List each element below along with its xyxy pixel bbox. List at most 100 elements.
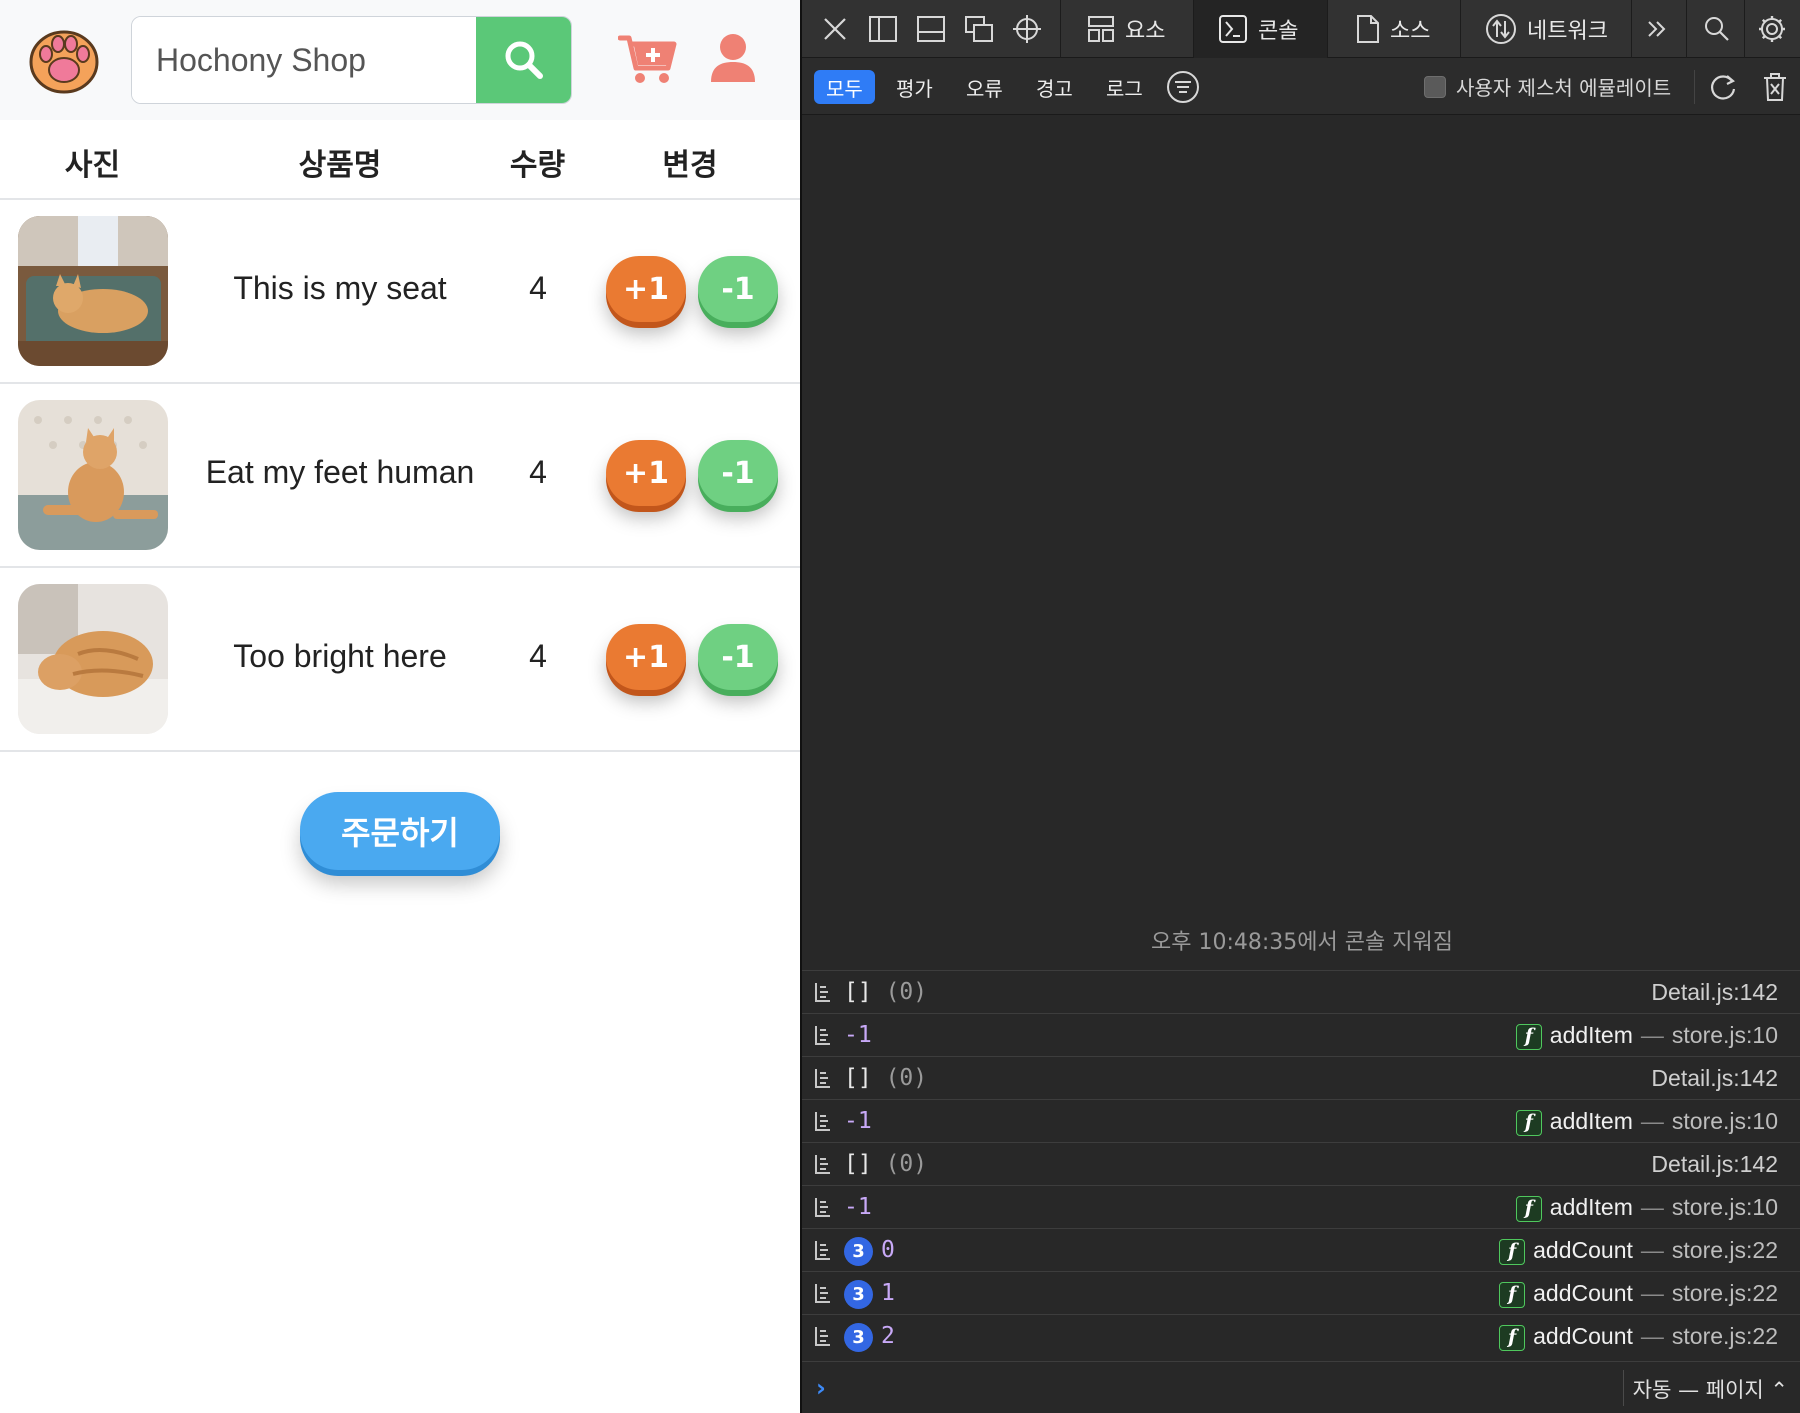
increment-button[interactable]: +1 (606, 256, 686, 322)
console-log-row[interactable]: -1 f addItem — store.js:10 (802, 1013, 1800, 1056)
function-name: addCount (1533, 1237, 1633, 1263)
console-log-row[interactable]: -1 f addItem — store.js:10 (802, 1185, 1800, 1228)
log-source-link[interactable]: f addItem — store.js:10 (1515, 1108, 1778, 1136)
log-level-icon (815, 983, 830, 1002)
tab-label: 소스 (1390, 19, 1431, 44)
log-level-icon (815, 1069, 830, 1088)
filter-logs[interactable]: 로그 (1094, 70, 1155, 104)
element-picker-icon[interactable] (1010, 12, 1044, 46)
product-name: This is my seat (233, 270, 447, 306)
console-log-row[interactable]: [] (0) Detail.js:142 (802, 1056, 1800, 1099)
log-source-link[interactable]: Detail.js:142 (1651, 1065, 1778, 1092)
console-log-row[interactable]: [] (0) Detail.js:142 (802, 970, 1800, 1013)
log-source-link[interactable]: f addCount — store.js:22 (1499, 1323, 1778, 1351)
log-value: -1 (844, 1022, 872, 1048)
log-message: 32 (844, 1323, 895, 1352)
log-value: [] (844, 979, 872, 1005)
cart-table-header: 사진 상품명 수량 변경 (0, 120, 800, 200)
console-log-row[interactable]: 3 2 f addCount — store.js:22 (802, 1314, 1800, 1357)
function-icon: f (1515, 1195, 1542, 1222)
emulate-gesture-checkbox[interactable] (1424, 76, 1446, 98)
log-level-icon (815, 1198, 830, 1217)
search-icon[interactable] (1700, 12, 1734, 46)
user-icon[interactable] (708, 32, 758, 84)
log-source-link[interactable]: f addCount — store.js:22 (1499, 1280, 1778, 1308)
repeat-count-badge: 3 (844, 1323, 873, 1352)
more-tabs-chevron-icon[interactable] (1640, 12, 1674, 46)
tab-elements[interactable]: 요소 (1061, 0, 1193, 58)
source-file: store.js:10 (1671, 1108, 1778, 1134)
log-source-link[interactable]: Detail.js:142 (1651, 979, 1778, 1006)
dock-bottom-icon[interactable] (914, 12, 948, 46)
order-button[interactable]: 주문하기 (300, 792, 500, 870)
console-log-row[interactable]: 3 0 f addCount — store.js:22 (802, 1228, 1800, 1271)
decrement-button[interactable]: -1 (698, 624, 778, 690)
clear-console-icon[interactable] (1762, 72, 1788, 102)
tab-sources[interactable]: 소스 (1328, 0, 1460, 58)
source-file: store.js:22 (1671, 1323, 1778, 1349)
source-file: store.js:10 (1671, 1022, 1778, 1048)
log-source-link[interactable]: Detail.js:142 (1651, 1151, 1778, 1178)
search-input[interactable] (132, 17, 478, 103)
filter-errors[interactable]: 오류 (954, 70, 1015, 104)
paw-logo-icon[interactable] (28, 26, 100, 94)
shop-app: 사진 상품명 수량 변경 This is my seat 4 +1 -1 (0, 0, 800, 1413)
console-log-row[interactable]: [] (0) Detail.js:142 (802, 1142, 1800, 1185)
cart-add-icon[interactable] (618, 32, 678, 86)
table-row: Eat my feet human 4 +1 -1 (0, 384, 800, 568)
toolbar-divider (1694, 70, 1695, 104)
elements-icon (1088, 16, 1114, 42)
undock-window-icon[interactable] (962, 12, 996, 46)
execution-context-select[interactable]: 자동 — 페이지 ⌃ (1633, 1374, 1788, 1404)
tab-network[interactable]: 네트워크 (1461, 0, 1631, 58)
network-icon (1486, 14, 1516, 44)
decrement-button[interactable]: -1 (698, 256, 778, 322)
tab-console[interactable]: 콘솔 (1194, 0, 1327, 58)
header-quantity: 수량 (509, 148, 566, 183)
dock-side-icon[interactable] (866, 12, 900, 46)
log-source-link[interactable]: f addItem — store.js:10 (1515, 1022, 1778, 1050)
increment-button[interactable]: +1 (606, 440, 686, 506)
filter-options-icon[interactable] (1166, 70, 1200, 104)
source-separator: — (1640, 1108, 1664, 1134)
source-file: store.js:22 (1671, 1237, 1778, 1263)
console-log-row[interactable]: 3 1 f addCount — store.js:22 (802, 1271, 1800, 1314)
filter-all[interactable]: 모두 (814, 70, 875, 104)
product-quantity: 4 (529, 638, 547, 674)
reload-icon[interactable] (1708, 72, 1738, 102)
gear-icon[interactable] (1755, 12, 1789, 46)
console-prompt[interactable]: › 자동 — 페이지 ⌃ (802, 1361, 1800, 1413)
table-row: Too bright here 4 +1 -1 (0, 568, 800, 752)
source-separator: — (1640, 1280, 1664, 1306)
product-quantity: 4 (529, 454, 547, 490)
console-icon (1219, 15, 1247, 43)
sources-icon (1357, 15, 1379, 43)
prompt-chevron-icon: › (816, 1374, 826, 1402)
decrement-button[interactable]: -1 (698, 440, 778, 506)
function-name: addItem (1549, 1022, 1633, 1048)
function-name: addCount (1533, 1280, 1633, 1306)
log-value: [] (844, 1151, 872, 1177)
product-name: Eat my feet human (205, 454, 475, 490)
filter-evaluations[interactable]: 평가 (884, 70, 945, 104)
table-row: This is my seat 4 +1 -1 (0, 200, 800, 384)
log-array-length: (0) (885, 979, 928, 1005)
header-photo: 사진 (64, 148, 121, 183)
log-array-length: (0) (885, 1151, 928, 1177)
tab-label: 콘솔 (1258, 19, 1299, 44)
source-file: Detail.js:142 (1651, 979, 1778, 1005)
log-message: 31 (844, 1280, 895, 1309)
log-message: [] (0) (844, 979, 927, 1005)
search-button[interactable] (476, 17, 571, 103)
console-filter-bar: 모두 평가 오류 경고 로그 사용자 제스처 에뮬레이트 (802, 58, 1800, 115)
log-source-link[interactable]: f addItem — store.js:10 (1515, 1194, 1778, 1222)
log-message: -1 (844, 1108, 872, 1134)
filter-warnings[interactable]: 경고 (1024, 70, 1085, 104)
increment-button[interactable]: +1 (606, 624, 686, 690)
console-log-row[interactable]: -1 f addItem — store.js:10 (802, 1099, 1800, 1142)
log-source-link[interactable]: f addCount — store.js:22 (1499, 1237, 1778, 1265)
repeat-count-badge: 3 (844, 1237, 873, 1266)
source-separator: — (1640, 1194, 1664, 1220)
log-message: 30 (844, 1237, 895, 1266)
close-icon[interactable] (818, 12, 852, 46)
